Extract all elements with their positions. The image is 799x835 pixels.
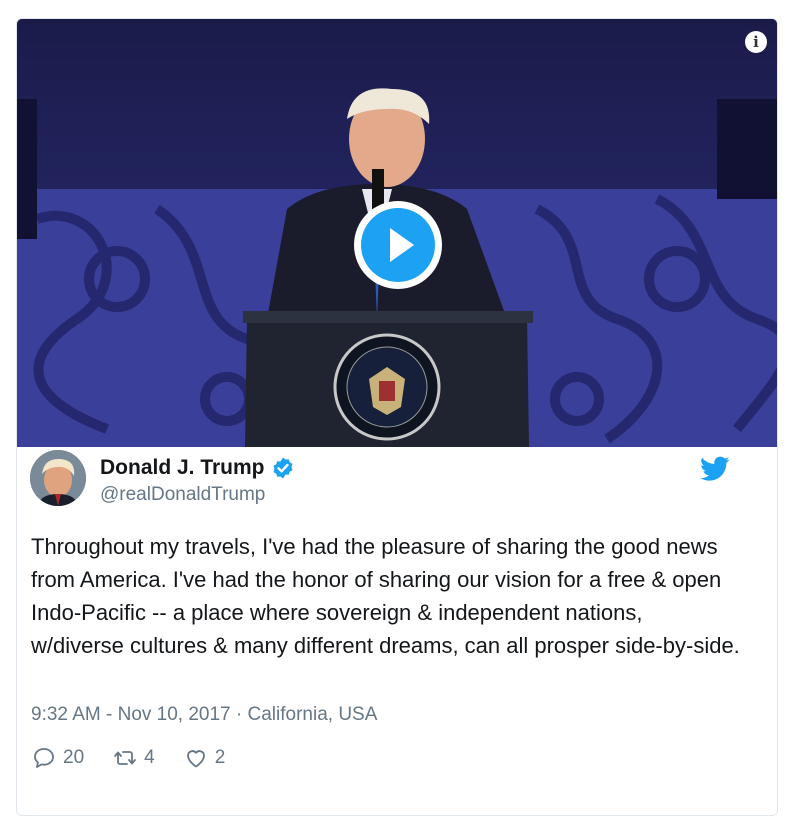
tweet-header: Donald J. Trump @realDonaldTrump xyxy=(30,450,730,510)
video-thumbnail[interactable]: i xyxy=(17,19,777,447)
reply-count: 20 xyxy=(63,747,85,768)
info-icon[interactable]: i xyxy=(745,31,767,53)
heart-icon xyxy=(186,750,205,768)
retweet-count: 4 xyxy=(144,747,155,768)
author-info: Donald J. Trump @realDonaldTrump xyxy=(100,456,295,506)
tweet-card: i xyxy=(16,18,778,816)
user-handle[interactable]: @realDonaldTrump xyxy=(100,484,295,506)
avatar[interactable] xyxy=(30,450,86,506)
meta-separator: · xyxy=(230,704,248,725)
location-link[interactable]: California, USA xyxy=(248,704,378,725)
retweet-button[interactable]: 4 xyxy=(112,746,155,770)
avatar-image xyxy=(30,450,86,506)
play-button[interactable] xyxy=(354,201,442,289)
reply-icon xyxy=(34,748,54,768)
verified-badge-icon xyxy=(273,457,293,479)
display-name[interactable]: Donald J. Trump xyxy=(100,456,265,480)
tweet-text: Throughout my travels, I've had the plea… xyxy=(31,534,740,658)
reply-button[interactable]: 20 xyxy=(31,746,84,770)
play-icon xyxy=(361,208,435,282)
timestamp-link[interactable]: 9:32 AM - Nov 10, 2017 xyxy=(31,704,231,725)
twitter-bird-icon[interactable] xyxy=(700,456,730,482)
tweet-actions: 20 4 2 xyxy=(31,746,253,770)
like-count: 2 xyxy=(214,747,226,768)
tweet-timestamp: 9:32 AM - Nov 10, 2017 · California, USA xyxy=(31,704,377,726)
like-button[interactable]: 2 xyxy=(183,746,226,770)
retweet-icon xyxy=(114,751,137,765)
